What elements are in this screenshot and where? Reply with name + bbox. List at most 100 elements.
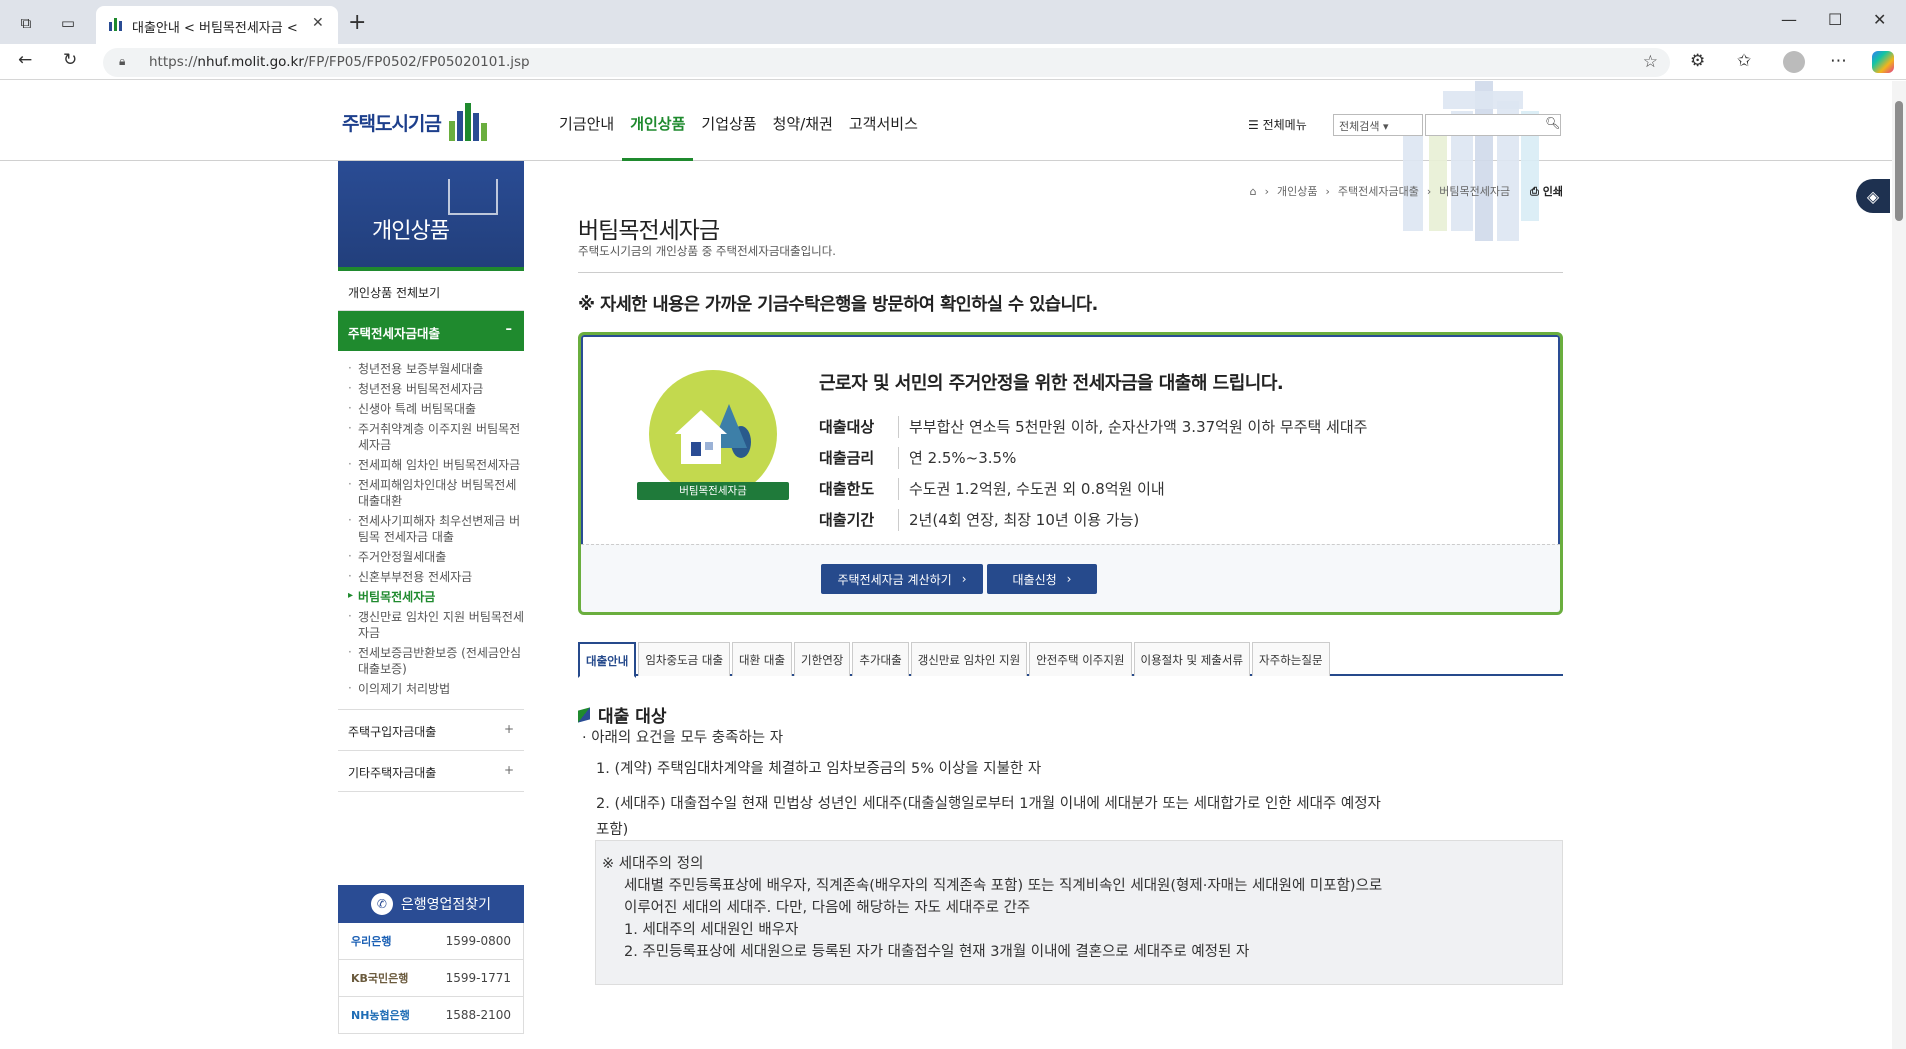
favorite-star-icon[interactable]: ☆	[1643, 52, 1658, 72]
side-sub-item[interactable]: 전세보증금반환보증 (전세금안심대출보증)	[348, 643, 524, 679]
profile-avatar[interactable]	[1783, 51, 1805, 73]
side-nav-header: 개인상품	[338, 161, 524, 271]
printer-icon: ⎙	[1530, 185, 1539, 198]
site-favicon-icon	[109, 18, 122, 31]
global-nav: 기금안내 개인상품 기업상품 청약/채권 고객서비스	[551, 81, 926, 161]
print-button[interactable]: ⎙ 인쇄	[1530, 183, 1563, 199]
browser-toolbar: ← ↻ 🔒︎ https://nhuf.molit.go.kr/FP/FP05/…	[0, 44, 1906, 80]
all-menu-button[interactable]: ☰ 전체메뉴	[1248, 116, 1307, 133]
tab-interim-loan[interactable]: 임차중도금 대출	[638, 642, 731, 676]
side-nav-title: 개인상품	[372, 219, 450, 244]
side-nav-current[interactable]: 주택전세자금대출 –	[338, 311, 524, 351]
logo-mark-icon	[448, 103, 489, 141]
site-logo[interactable]: 주택도시기금	[342, 103, 489, 141]
chevron-right-icon: ›	[1066, 572, 1072, 586]
gnb-item-personal[interactable]: 개인상품	[622, 81, 694, 161]
page-scrollbar[interactable]	[1892, 81, 1906, 1049]
side-sub-item[interactable]: 주거안정월세대출	[348, 547, 524, 567]
side-nav-all[interactable]: 개인상품 전체보기	[338, 271, 524, 311]
bank-row[interactable]: 우리은행 1599-0800	[338, 923, 524, 960]
maximize-icon[interactable]: ☐	[1828, 10, 1842, 29]
scroll-thumb[interactable]	[1895, 101, 1903, 221]
tab-refinance[interactable]: 대환 대출	[732, 642, 793, 676]
window-close-icon[interactable]: ✕	[1873, 10, 1886, 29]
definition-line: 2. 주민등록표상에 세대원으로 등록된 자가 대출접수일 현재 3개월 이내에…	[624, 944, 1250, 960]
quick-menu-button[interactable]: ◈	[1856, 179, 1890, 213]
gnb-item-corporate[interactable]: 기업상품	[693, 81, 764, 161]
phone-icon: ✆	[370, 893, 393, 915]
bank-row[interactable]: NH농협은행 1588-2100	[338, 997, 524, 1034]
apply-button[interactable]: 대출신청 ›	[987, 564, 1097, 594]
info-row: 대출대상 부부합산 연소득 5천만원 이하, 순자산가액 3.37억원 이하 무…	[819, 415, 1368, 438]
browser-tab-strip: ⧉ ▭ 대출안내 < 버팀목전세자금 < 주 ✕ + — ☐ ✕	[0, 0, 1906, 44]
diamond-icon: ◈	[1866, 186, 1880, 206]
search-icon[interactable]: 🔍︎	[1545, 116, 1560, 130]
definition-line: 세대별 주민등록표상에 배우자, 직계존속(배우자의 직계존속 포함) 또는 직…	[624, 878, 1383, 894]
side-sub-item[interactable]: 주거취약계층 이주지원 버팀목전세자금	[348, 419, 524, 455]
search-input[interactable]	[1425, 114, 1561, 136]
close-icon[interactable]: ✕	[312, 15, 324, 31]
side-sub-item[interactable]: 신생아 특례 버팀목대출	[348, 399, 524, 419]
side-sub-item-active[interactable]: 버팀목전세자금	[348, 587, 524, 607]
browser-tab-active[interactable]: 대출안내 < 버팀목전세자금 < 주 ✕	[96, 6, 338, 44]
definition-line: 1. 세대주의 세대원인 배우자	[624, 922, 799, 938]
side-nav-other-loan[interactable]: 기타주택자금대출 +	[338, 751, 524, 792]
side-sub-item[interactable]: 청년전용 보증부월세대출	[348, 359, 524, 379]
calculator-button[interactable]: 주택전세자금 계산하기 ›	[821, 564, 983, 594]
side-sub-item[interactable]: 전세피해 임차인 버팀목전세자금	[348, 455, 524, 475]
breadcrumb-item[interactable]: 개인상품	[1277, 183, 1317, 199]
tab-renewal[interactable]: 갱신만료 임차인 지원	[910, 642, 1028, 676]
chevron-right-icon: ›	[961, 572, 967, 586]
page-description: 주택도시기금의 개인상품 중 주택전세자금대출입니다.	[578, 244, 836, 258]
home-icon[interactable]: ⌂	[1250, 185, 1257, 198]
collapse-icon: –	[505, 322, 513, 337]
gnb-item-fund[interactable]: 기금안내	[551, 81, 622, 161]
extensions-icon[interactable]: ⚙	[1690, 51, 1705, 71]
gnb-item-subscription[interactable]: 청약/채권	[765, 81, 841, 161]
product-info-table: 대출대상 부부합산 연소득 5천만원 이하, 순자산가액 3.37억원 이하 무…	[819, 411, 1367, 535]
bank-row[interactable]: KB국민은행 1599-1771	[338, 960, 524, 997]
lock-icon: 🔒︎	[119, 54, 126, 68]
side-nav-purchase-loan[interactable]: 주택구입자금대출 +	[338, 710, 524, 751]
minimize-icon[interactable]: —	[1781, 10, 1797, 29]
back-icon[interactable]: ←	[18, 50, 32, 70]
expand-icon: +	[503, 763, 514, 777]
breadcrumb-item[interactable]: 주택전세자금대출	[1338, 183, 1419, 199]
refresh-icon[interactable]: ↻	[63, 50, 77, 70]
new-tab-icon[interactable]: +	[348, 10, 366, 35]
bullet-text: · 아래의 요건을 모두 충족하는 자	[582, 730, 784, 746]
bank-finder-header[interactable]: ✆ 은행영업점찾기	[338, 885, 524, 923]
side-sub-item[interactable]: 청년전용 버팀목전세자금	[348, 379, 524, 399]
product-summary-box: 버팀목전세자금 근로자 및 서민의 주거안정을 위한 전세자금을 대출해 드립니…	[578, 332, 1563, 615]
tab-safe-housing[interactable]: 안전주택 이주지원	[1029, 642, 1132, 676]
gnb-item-customer[interactable]: 고객서비스	[841, 81, 926, 161]
tab-additional[interactable]: 추가대출	[852, 642, 909, 676]
side-sub-item[interactable]: 갱신만료 임차인 지원 버팀목전세자금	[348, 607, 524, 643]
workspaces-icon[interactable]: ⧉	[16, 13, 36, 33]
side-sub-item[interactable]: 신혼부부전용 전세자금	[348, 567, 524, 587]
more-menu-icon[interactable]: ⋯	[1830, 51, 1847, 71]
side-sub-item[interactable]: 전세피해임차인대상 버팀목전세대출대환	[348, 475, 524, 511]
product-badge: 버팀목전세자금	[637, 370, 789, 500]
side-nav: 개인상품 개인상품 전체보기 주택전세자금대출 – 청년전용 보증부월세대출 청…	[338, 161, 524, 792]
tab-extension[interactable]: 기한연장	[794, 642, 851, 676]
tab-procedure[interactable]: 이용절차 및 제출서류	[1133, 642, 1251, 676]
tab-loan-guide[interactable]: 대출안내	[578, 642, 637, 678]
page-viewport: 주택도시기금 기금안내 개인상품 기업상품 청약/채권 고객서비스 ☰ 전체메뉴…	[0, 81, 1906, 1049]
bank-finder: ✆ 은행영업점찾기 우리은행 1599-0800 KB국민은행 1599-177…	[338, 885, 524, 1034]
search-scope-select[interactable]: 전체검색 ▾	[1333, 114, 1423, 136]
site-header: 주택도시기금 기금안내 개인상품 기업상품 청약/채권 고객서비스 ☰ 전체메뉴…	[0, 81, 1892, 241]
definition-title: ※ 세대주의 정의	[602, 856, 704, 872]
side-sub-item[interactable]: 이의제기 처리방법	[348, 679, 524, 699]
tab-actions-icon[interactable]: ▭	[58, 13, 78, 33]
address-bar[interactable]: 🔒︎ https://nhuf.molit.go.kr/FP/FP05/FP05…	[103, 48, 1670, 77]
side-sub-item[interactable]: 전세사기피해자 최우선변제금 버팀목 전세자금 대출	[348, 511, 524, 547]
copilot-icon[interactable]	[1872, 51, 1894, 73]
divider	[578, 272, 1563, 273]
favorites-icon[interactable]: ✩	[1737, 51, 1751, 71]
breadcrumb-item[interactable]: 버팀목전세자금	[1439, 183, 1510, 199]
house-icon	[675, 404, 751, 464]
badge-label: 버팀목전세자금	[637, 482, 789, 500]
tab-faq[interactable]: 자주하는질문	[1252, 642, 1330, 676]
section-mark-icon	[578, 706, 590, 723]
